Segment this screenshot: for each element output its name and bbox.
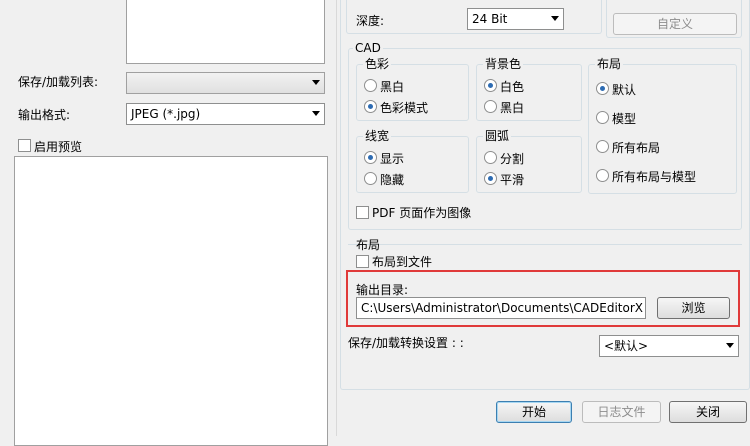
close-button[interactable]: 关闭 <box>669 401 747 423</box>
pdf-as-image-checkbox[interactable] <box>356 206 369 219</box>
cad-group-title: CAD <box>353 40 383 56</box>
output-dir-value: C:\Users\Administrator\Documents\CADEdit… <box>361 301 646 315</box>
save-load-settings-label: 保存/加载转换设置 : : <box>348 336 464 350</box>
background-white-label: 白色 <box>500 80 525 94</box>
color-group-title: 色彩 <box>363 56 392 72</box>
color-mode-radio[interactable] <box>364 100 377 113</box>
log-file-button[interactable]: 日志文件 <box>582 401 661 423</box>
layout-default-radio[interactable] <box>596 82 609 95</box>
background-bw-radio[interactable] <box>484 100 497 113</box>
save-load-settings-value: <默认> <box>604 339 649 353</box>
save-load-settings-select[interactable]: <默认> <box>599 335 739 357</box>
output-format-select[interactable]: JPEG (*.jpg) <box>126 103 325 125</box>
pdf-as-image-label: PDF 页面作为图像 <box>372 206 472 220</box>
lineweight-hide-label: 隐藏 <box>380 173 405 187</box>
enable-preview-label: 启用预览 <box>34 140 83 154</box>
output-format-label: 输出格式: <box>18 108 71 122</box>
layout-all-and-model-radio[interactable] <box>596 169 609 182</box>
output-format-value: JPEG (*.jpg) <box>131 107 201 121</box>
arc-smooth-radio[interactable] <box>484 172 497 185</box>
preview-thumbnail-box <box>126 0 325 64</box>
chevron-down-icon <box>551 16 559 21</box>
depth-value: 24 Bit <box>472 12 508 26</box>
custom-button[interactable]: 自定义 <box>613 13 737 35</box>
lineweight-show-label: 显示 <box>380 152 405 166</box>
arc-group-title: 圆弧 <box>483 128 512 144</box>
start-button[interactable]: 开始 <box>496 401 572 423</box>
color-bw-radio[interactable] <box>364 79 377 92</box>
layout-all-radio[interactable] <box>596 140 609 153</box>
depth-label: 深度: <box>356 14 385 28</box>
pane-divider <box>336 0 337 436</box>
browse-button[interactable]: 浏览 <box>657 297 730 319</box>
preview-area <box>14 156 328 446</box>
chevron-down-icon <box>312 111 320 116</box>
arc-smooth-label: 平滑 <box>500 173 525 187</box>
layout-options-group-title: 布局 <box>595 56 624 72</box>
save-load-list-select[interactable] <box>126 72 325 94</box>
background-bw-label: 黑白 <box>500 101 525 115</box>
lineweight-group-title: 线宽 <box>363 128 392 144</box>
lineweight-show-radio[interactable] <box>364 151 377 164</box>
output-dir-input[interactable]: C:\Users\Administrator\Documents\CADEdit… <box>356 297 646 319</box>
chevron-down-icon <box>312 80 320 85</box>
chevron-down-icon <box>726 343 734 348</box>
background-group-title: 背景色 <box>483 56 524 72</box>
lineweight-hide-radio[interactable] <box>364 172 377 185</box>
color-mode-label: 色彩模式 <box>380 101 429 115</box>
layout-all-label: 所有布局 <box>612 141 661 155</box>
layout-to-file-label: 布局到文件 <box>372 255 433 269</box>
left-pane: 保存/加载列表: 输出格式: JPEG (*.jpg) 启用预览 <box>0 0 335 446</box>
enable-preview-checkbox[interactable] <box>18 139 31 152</box>
layout-section-title: 布局 <box>356 238 381 252</box>
background-white-radio[interactable] <box>484 79 497 92</box>
layout-all-and-model-label: 所有布局与模型 <box>612 170 697 184</box>
arc-split-radio[interactable] <box>484 151 497 164</box>
layout-model-label: 模型 <box>612 112 637 126</box>
color-bw-label: 黑白 <box>380 80 405 94</box>
depth-select[interactable]: 24 Bit <box>467 8 564 30</box>
layout-to-file-checkbox[interactable] <box>356 255 369 268</box>
arc-split-label: 分割 <box>500 152 525 166</box>
save-load-list-label: 保存/加载列表: <box>18 75 99 89</box>
output-dir-label: 输出目录: <box>356 283 409 297</box>
layout-default-label: 默认 <box>612 83 637 97</box>
layout-model-radio[interactable] <box>596 111 609 124</box>
